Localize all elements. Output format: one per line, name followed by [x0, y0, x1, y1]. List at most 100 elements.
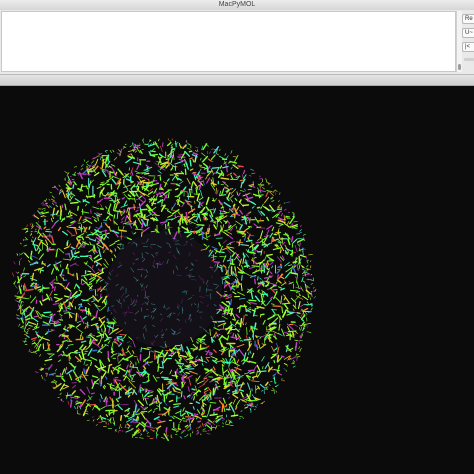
atom-bond [300, 303, 305, 307]
fringe-atom-bond [194, 150, 198, 152]
atom-bond [117, 168, 124, 176]
atom-bond [283, 331, 288, 334]
atom-bond [234, 251, 240, 258]
fringe-atom-bond [196, 429, 199, 432]
atom-bond [83, 368, 86, 374]
atom-bond [69, 201, 79, 204]
atom-bond [228, 301, 231, 306]
atom-bond [237, 266, 243, 273]
atom-bond [138, 198, 144, 203]
atom-bond [282, 241, 286, 245]
atom-bond [163, 406, 169, 411]
atom-bond [100, 394, 103, 400]
atom-bond [257, 370, 267, 373]
atom-bond [34, 349, 40, 353]
atom-bond [211, 166, 220, 169]
fringe-atom-bond [191, 430, 194, 432]
atom-bond [267, 315, 276, 320]
fringe-atom-bond [305, 314, 307, 317]
atom-bond [210, 154, 216, 160]
atom-bond [215, 416, 219, 420]
fringe-atom-bond [196, 427, 198, 429]
fringe-atom-bond [295, 353, 297, 357]
atom-bond [65, 286, 72, 292]
output-text-area[interactable] [1, 11, 456, 72]
atom-bond [114, 379, 119, 387]
atom-bond [125, 428, 133, 433]
atom-bond [264, 284, 269, 287]
atom-bond [286, 221, 290, 226]
atom-bond [167, 393, 175, 395]
fringe-atom-bond [275, 189, 278, 192]
atom-bond [82, 316, 87, 320]
atom-bond [164, 182, 167, 188]
fringe-atom-bond [222, 422, 224, 425]
atom-bond [131, 380, 136, 383]
atom-bond [127, 149, 137, 152]
reset-button[interactable]: Re [462, 14, 474, 24]
atom-bond [102, 386, 106, 390]
atom-bond [167, 191, 170, 199]
fringe-atom-bond [119, 423, 121, 428]
atom-bond [53, 286, 56, 291]
fringe-atom-bond [85, 160, 89, 164]
atom-bond [116, 404, 123, 411]
atom-bond [152, 375, 158, 382]
scrollbar-thumb[interactable] [458, 64, 461, 70]
atom-bond [260, 293, 264, 303]
fringe-atom-bond [17, 303, 20, 308]
atom-bond [144, 172, 150, 175]
atom-bond [95, 310, 99, 319]
atom-bond [176, 362, 185, 365]
atom-bond [61, 339, 68, 343]
atom-bond [135, 198, 139, 201]
molecular-viewer[interactable] [0, 86, 474, 474]
atom-bond [100, 181, 105, 183]
rewind-button[interactable]: |< [462, 42, 474, 52]
atom-bond [67, 344, 74, 346]
atom-bond [129, 374, 136, 377]
atom-bond [111, 258, 114, 262]
atom-bond [166, 178, 170, 182]
fringe-atom-bond [195, 146, 199, 149]
fringe-atom-bond [76, 405, 79, 410]
undo-button[interactable]: U~ [462, 28, 474, 38]
atom-bond [273, 376, 276, 384]
panel-grip-icon[interactable] [464, 58, 474, 61]
fringe-atom-bond [158, 138, 160, 142]
fringe-atom-bond [299, 229, 302, 232]
atom-bond [97, 246, 101, 251]
atom-bond [223, 220, 228, 224]
atom-bond [180, 408, 182, 417]
atom-bond [44, 332, 49, 335]
fringe-atom-bond [26, 330, 29, 334]
atom-bond [234, 366, 242, 371]
atom-bond [74, 349, 78, 353]
atom-bond [161, 360, 164, 369]
atom-bond [283, 303, 289, 310]
atom-bond [232, 361, 240, 367]
atom-bond [228, 358, 231, 367]
atom-bond [195, 401, 200, 404]
fringe-atom-bond [230, 150, 233, 154]
atom-bond [75, 378, 82, 383]
atom-bond [137, 416, 139, 421]
atom-bond [282, 294, 286, 297]
fringe-atom-bond [15, 314, 20, 317]
fringe-atom-bond [151, 147, 155, 152]
atom-bond [237, 328, 241, 332]
atom-bond [176, 191, 183, 198]
atom-bond [245, 227, 250, 231]
atom-bond [230, 405, 235, 413]
atom-bond [105, 163, 108, 168]
inner-atom-bond [129, 344, 132, 348]
atom-bond [39, 270, 42, 274]
atom-bond [280, 287, 285, 291]
fringe-atom-bond [67, 400, 69, 405]
atom-bond [221, 224, 225, 231]
atom-bond [260, 249, 263, 256]
atom-bond [25, 314, 29, 318]
atom-bond [240, 283, 243, 291]
atom-bond [108, 218, 112, 221]
fringe-atom-bond [74, 171, 77, 174]
